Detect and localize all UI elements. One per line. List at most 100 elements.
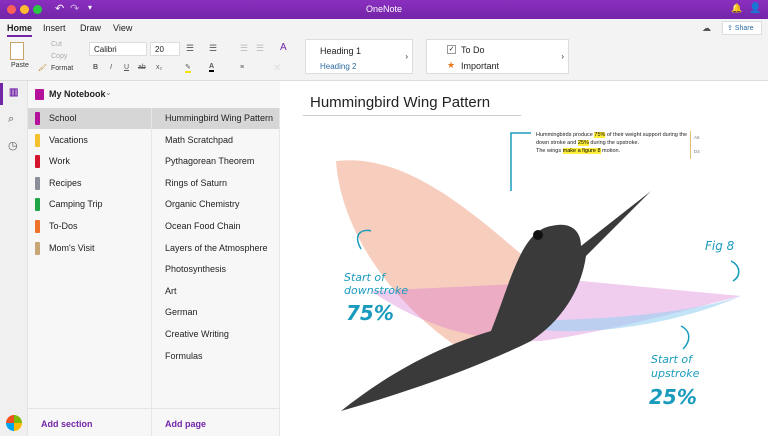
- section-label: Vacations: [49, 134, 88, 145]
- bell-icon[interactable]: 🔔: [731, 3, 742, 14]
- page-item[interactable]: German: [152, 302, 279, 323]
- section-item[interactable]: School: [28, 108, 151, 129]
- app-title: OneNote: [365, 4, 403, 14]
- style-heading-2[interactable]: Heading 2: [320, 62, 356, 71]
- downstroke-label: Start of downstroke: [344, 271, 409, 297]
- arrow-annotation: [680, 325, 690, 350]
- page-item[interactable]: Layers of the Atmosphere: [152, 238, 279, 259]
- underline-button[interactable]: U: [124, 64, 129, 71]
- ribbon: Home Insert Draw View Paste Cut Copy 🖌 F…: [0, 19, 768, 81]
- page-canvas[interactable]: Hummingbird Wing Pattern Hummingbirds pr…: [281, 81, 768, 436]
- clear-format-icon[interactable]: ✕: [273, 63, 281, 74]
- paste-icon[interactable]: [10, 42, 24, 60]
- section-item[interactable]: Mom's Visit: [28, 238, 151, 259]
- section-item[interactable]: To-Dos: [28, 216, 151, 237]
- tab-insert[interactable]: Insert: [43, 23, 66, 33]
- add-page-button[interactable]: Add page: [165, 419, 206, 429]
- sync-icon[interactable]: ☁: [702, 23, 711, 34]
- page-label: Layers of the Atmosphere: [165, 242, 268, 253]
- style-heading-1[interactable]: Heading 1: [320, 46, 361, 56]
- title-bar: ↶ ↷ ▾ OneNote 🔔 👤: [0, 0, 768, 19]
- notebook-name: My Notebook: [49, 89, 106, 99]
- styles-icon[interactable]: A: [280, 42, 287, 53]
- cut-button[interactable]: Cut: [51, 41, 62, 48]
- recent-icon[interactable]: ◷: [8, 139, 18, 152]
- share-icon: ⇪: [727, 25, 735, 32]
- tags-gallery[interactable]: ✓ To Do ★ Important ›: [426, 39, 569, 74]
- page-item[interactable]: Photosynthesis: [152, 259, 279, 280]
- navigation-rail: ▥ ⌕ ◷: [0, 81, 28, 436]
- page-label: Pythagorean Theorem: [165, 156, 255, 167]
- font-value: Calibri: [94, 45, 117, 54]
- copy-button[interactable]: Copy: [51, 53, 67, 60]
- page-item[interactable]: Creative Writing: [152, 324, 279, 345]
- page-item[interactable]: Rings of Saturn: [152, 173, 279, 194]
- page-label: Math Scratchpad: [165, 134, 234, 145]
- section-label: Camping Trip: [49, 199, 103, 210]
- page-item[interactable]: Pythagorean Theorem: [152, 151, 279, 172]
- chevron-right-icon[interactable]: ›: [561, 52, 564, 61]
- bold-button[interactable]: B: [93, 64, 98, 71]
- bullets-icon[interactable]: ☰: [186, 43, 194, 54]
- notebooks-icon[interactable]: ▥: [9, 87, 18, 98]
- chevron-right-icon[interactable]: ›: [405, 52, 408, 61]
- notebook-header[interactable]: My Notebook ⌄: [28, 81, 280, 108]
- upstroke-label: Start of upstroke: [651, 353, 700, 380]
- styles-gallery[interactable]: Heading 1 Heading 2 ›: [305, 39, 413, 74]
- page-label: Photosynthesis: [165, 264, 227, 275]
- page-item[interactable]: Math Scratchpad: [152, 130, 279, 151]
- page-item[interactable]: Art: [152, 281, 279, 302]
- numbering-icon[interactable]: ☰: [209, 43, 217, 54]
- hummingbird-illustration: [336, 132, 741, 411]
- outdent-icon[interactable]: ☰: [240, 43, 248, 54]
- page-label: Rings of Saturn: [165, 177, 228, 188]
- section-label: Recipes: [49, 177, 82, 188]
- section-item[interactable]: Camping Trip: [28, 194, 151, 215]
- tag-to-do[interactable]: To Do: [461, 45, 485, 55]
- divider: [28, 408, 280, 409]
- italic-button[interactable]: I: [110, 64, 112, 71]
- tab-home[interactable]: Home: [7, 23, 33, 37]
- font-color-icon[interactable]: A: [209, 63, 215, 72]
- section-color-icon: [35, 241, 40, 255]
- account-icon[interactable]: 👤: [749, 3, 761, 14]
- star-icon: ★: [447, 60, 456, 70]
- section-item[interactable]: Vacations: [28, 130, 151, 151]
- add-section-button[interactable]: Add section: [41, 419, 93, 429]
- search-icon[interactable]: ⌕: [8, 113, 14, 126]
- share-button[interactable]: ⇪ Share: [722, 21, 762, 35]
- page-item[interactable]: Formulas: [152, 346, 279, 367]
- section-item[interactable]: Work: [28, 151, 151, 172]
- subscript-button[interactable]: x₂: [156, 64, 162, 71]
- indent-icon[interactable]: ☰: [256, 43, 264, 54]
- highlight-icon[interactable]: ✎: [185, 63, 191, 73]
- font-select[interactable]: Calibri: [89, 42, 147, 56]
- format-painter-icon: 🖌: [38, 65, 47, 72]
- downstroke-value: 75%: [346, 301, 394, 325]
- upstroke-value: 25%: [649, 385, 697, 409]
- font-size-value: 20: [155, 45, 164, 54]
- page-label: Art: [165, 285, 177, 296]
- page-label: German: [165, 307, 198, 318]
- notebook-icon: [35, 89, 44, 100]
- align-icon[interactable]: ≡: [240, 64, 244, 71]
- page-item[interactable]: Hummingbird Wing Pattern: [152, 108, 279, 129]
- office-logo-icon[interactable]: [6, 415, 22, 431]
- tag-important[interactable]: Important: [461, 61, 499, 71]
- active-indicator: [0, 83, 3, 105]
- tab-view[interactable]: View: [113, 23, 132, 33]
- section-label: Mom's Visit: [49, 242, 95, 253]
- tab-draw[interactable]: Draw: [80, 23, 101, 33]
- format-painter-button[interactable]: Format: [51, 65, 73, 72]
- strikethrough-button[interactable]: ab: [138, 64, 146, 71]
- page-item[interactable]: Ocean Food Chain: [152, 216, 279, 237]
- page-item[interactable]: Organic Chemistry: [152, 194, 279, 215]
- arrow-annotation: [730, 260, 740, 282]
- page-label: Hummingbird Wing Pattern: [165, 113, 274, 123]
- section-item[interactable]: Recipes: [28, 173, 151, 194]
- page-label: Organic Chemistry: [165, 199, 240, 210]
- page-label: Ocean Food Chain: [165, 221, 241, 231]
- paste-button[interactable]: Paste: [11, 62, 29, 69]
- page-label: Formulas: [165, 350, 203, 361]
- font-size-select[interactable]: 20: [150, 42, 180, 56]
